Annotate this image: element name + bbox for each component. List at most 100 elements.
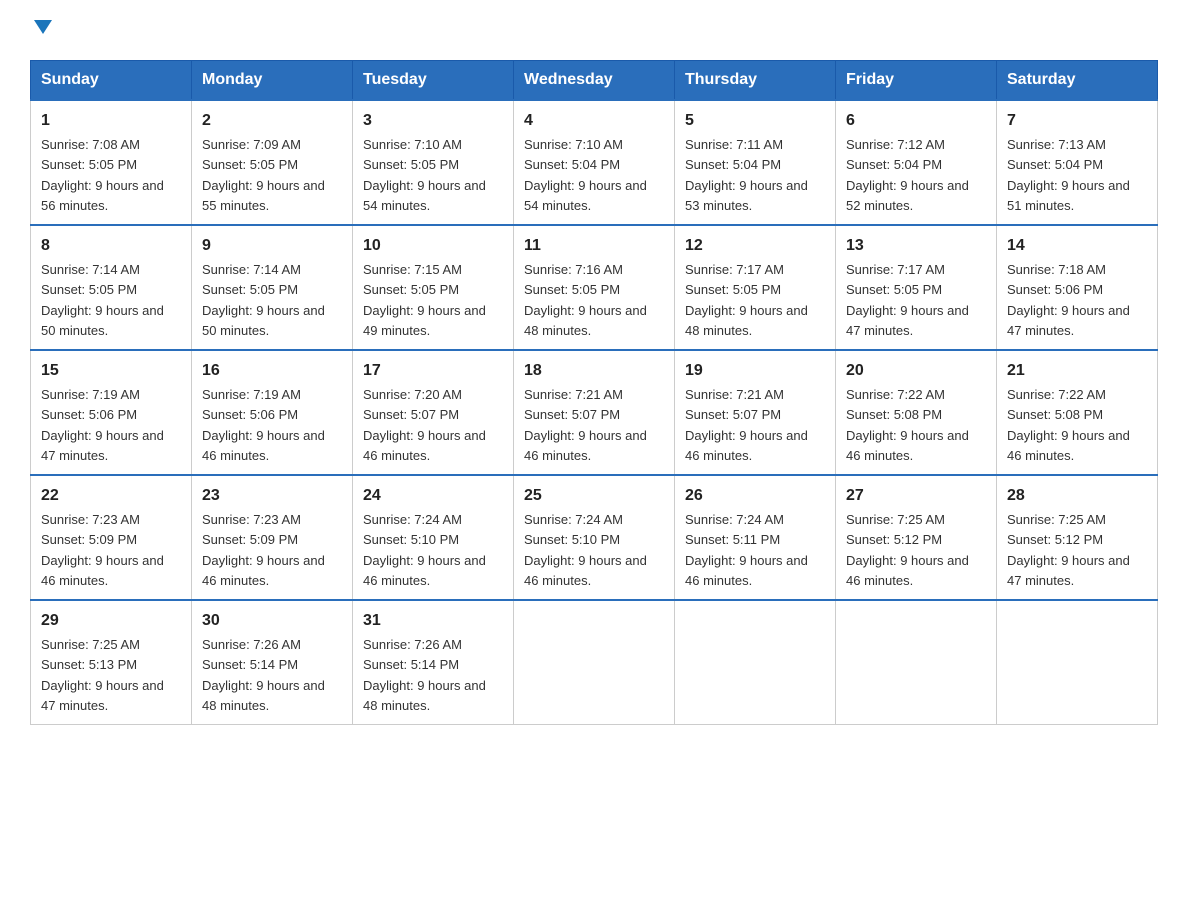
- day-number: 30: [202, 609, 342, 633]
- calendar-cell: 17 Sunrise: 7:20 AMSunset: 5:07 PMDaylig…: [353, 350, 514, 475]
- day-info: Sunrise: 7:18 AMSunset: 5:06 PMDaylight:…: [1007, 262, 1130, 338]
- calendar-cell: [836, 600, 997, 725]
- calendar-cell: 8 Sunrise: 7:14 AMSunset: 5:05 PMDayligh…: [31, 225, 192, 350]
- day-info: Sunrise: 7:25 AMSunset: 5:12 PMDaylight:…: [1007, 512, 1130, 588]
- day-number: 31: [363, 609, 503, 633]
- day-number: 18: [524, 359, 664, 383]
- calendar-header-row: SundayMondayTuesdayWednesdayThursdayFrid…: [31, 61, 1158, 101]
- day-info: Sunrise: 7:15 AMSunset: 5:05 PMDaylight:…: [363, 262, 486, 338]
- day-info: Sunrise: 7:21 AMSunset: 5:07 PMDaylight:…: [685, 387, 808, 463]
- day-info: Sunrise: 7:14 AMSunset: 5:05 PMDaylight:…: [41, 262, 164, 338]
- day-info: Sunrise: 7:23 AMSunset: 5:09 PMDaylight:…: [41, 512, 164, 588]
- calendar-cell: 15 Sunrise: 7:19 AMSunset: 5:06 PMDaylig…: [31, 350, 192, 475]
- calendar-cell: 1 Sunrise: 7:08 AMSunset: 5:05 PMDayligh…: [31, 100, 192, 225]
- day-number: 16: [202, 359, 342, 383]
- day-number: 22: [41, 484, 181, 508]
- calendar-cell: 20 Sunrise: 7:22 AMSunset: 5:08 PMDaylig…: [836, 350, 997, 475]
- calendar-cell: 2 Sunrise: 7:09 AMSunset: 5:05 PMDayligh…: [192, 100, 353, 225]
- calendar-cell: 29 Sunrise: 7:25 AMSunset: 5:13 PMDaylig…: [31, 600, 192, 725]
- logo-triangle-icon: [34, 20, 52, 34]
- calendar-cell: [675, 600, 836, 725]
- calendar-cell: 30 Sunrise: 7:26 AMSunset: 5:14 PMDaylig…: [192, 600, 353, 725]
- calendar-cell: 7 Sunrise: 7:13 AMSunset: 5:04 PMDayligh…: [997, 100, 1158, 225]
- day-number: 7: [1007, 109, 1147, 133]
- day-number: 6: [846, 109, 986, 133]
- day-number: 20: [846, 359, 986, 383]
- calendar-week-row: 22 Sunrise: 7:23 AMSunset: 5:09 PMDaylig…: [31, 475, 1158, 600]
- calendar-week-row: 29 Sunrise: 7:25 AMSunset: 5:13 PMDaylig…: [31, 600, 1158, 725]
- calendar-day-header: Friday: [836, 61, 997, 101]
- day-number: 8: [41, 234, 181, 258]
- day-number: 14: [1007, 234, 1147, 258]
- day-number: 10: [363, 234, 503, 258]
- day-number: 25: [524, 484, 664, 508]
- calendar-cell: 11 Sunrise: 7:16 AMSunset: 5:05 PMDaylig…: [514, 225, 675, 350]
- day-info: Sunrise: 7:19 AMSunset: 5:06 PMDaylight:…: [202, 387, 325, 463]
- day-number: 9: [202, 234, 342, 258]
- calendar-cell: 27 Sunrise: 7:25 AMSunset: 5:12 PMDaylig…: [836, 475, 997, 600]
- calendar-cell: 24 Sunrise: 7:24 AMSunset: 5:10 PMDaylig…: [353, 475, 514, 600]
- day-info: Sunrise: 7:22 AMSunset: 5:08 PMDaylight:…: [1007, 387, 1130, 463]
- day-number: 12: [685, 234, 825, 258]
- calendar-day-header: Monday: [192, 61, 353, 101]
- day-info: Sunrise: 7:21 AMSunset: 5:07 PMDaylight:…: [524, 387, 647, 463]
- calendar-cell: 25 Sunrise: 7:24 AMSunset: 5:10 PMDaylig…: [514, 475, 675, 600]
- day-number: 15: [41, 359, 181, 383]
- calendar-cell: 14 Sunrise: 7:18 AMSunset: 5:06 PMDaylig…: [997, 225, 1158, 350]
- day-info: Sunrise: 7:08 AMSunset: 5:05 PMDaylight:…: [41, 137, 164, 213]
- calendar-cell: 3 Sunrise: 7:10 AMSunset: 5:05 PMDayligh…: [353, 100, 514, 225]
- day-info: Sunrise: 7:12 AMSunset: 5:04 PMDaylight:…: [846, 137, 969, 213]
- calendar-cell: 9 Sunrise: 7:14 AMSunset: 5:05 PMDayligh…: [192, 225, 353, 350]
- day-number: 19: [685, 359, 825, 383]
- day-info: Sunrise: 7:10 AMSunset: 5:04 PMDaylight:…: [524, 137, 647, 213]
- logo: [30, 20, 52, 42]
- calendar-day-header: Sunday: [31, 61, 192, 101]
- day-info: Sunrise: 7:10 AMSunset: 5:05 PMDaylight:…: [363, 137, 486, 213]
- day-info: Sunrise: 7:19 AMSunset: 5:06 PMDaylight:…: [41, 387, 164, 463]
- day-number: 21: [1007, 359, 1147, 383]
- calendar-cell: 26 Sunrise: 7:24 AMSunset: 5:11 PMDaylig…: [675, 475, 836, 600]
- day-number: 23: [202, 484, 342, 508]
- calendar-day-header: Thursday: [675, 61, 836, 101]
- day-number: 17: [363, 359, 503, 383]
- day-number: 3: [363, 109, 503, 133]
- day-number: 4: [524, 109, 664, 133]
- day-info: Sunrise: 7:23 AMSunset: 5:09 PMDaylight:…: [202, 512, 325, 588]
- day-info: Sunrise: 7:17 AMSunset: 5:05 PMDaylight:…: [846, 262, 969, 338]
- day-info: Sunrise: 7:09 AMSunset: 5:05 PMDaylight:…: [202, 137, 325, 213]
- day-info: Sunrise: 7:26 AMSunset: 5:14 PMDaylight:…: [202, 637, 325, 713]
- calendar-day-header: Saturday: [997, 61, 1158, 101]
- day-info: Sunrise: 7:20 AMSunset: 5:07 PMDaylight:…: [363, 387, 486, 463]
- day-number: 26: [685, 484, 825, 508]
- calendar-day-header: Wednesday: [514, 61, 675, 101]
- day-number: 2: [202, 109, 342, 133]
- calendar-cell: 13 Sunrise: 7:17 AMSunset: 5:05 PMDaylig…: [836, 225, 997, 350]
- calendar-cell: [514, 600, 675, 725]
- day-info: Sunrise: 7:25 AMSunset: 5:13 PMDaylight:…: [41, 637, 164, 713]
- day-number: 5: [685, 109, 825, 133]
- day-number: 29: [41, 609, 181, 633]
- calendar-week-row: 15 Sunrise: 7:19 AMSunset: 5:06 PMDaylig…: [31, 350, 1158, 475]
- calendar-cell: 23 Sunrise: 7:23 AMSunset: 5:09 PMDaylig…: [192, 475, 353, 600]
- calendar-cell: 10 Sunrise: 7:15 AMSunset: 5:05 PMDaylig…: [353, 225, 514, 350]
- day-info: Sunrise: 7:17 AMSunset: 5:05 PMDaylight:…: [685, 262, 808, 338]
- calendar-week-row: 1 Sunrise: 7:08 AMSunset: 5:05 PMDayligh…: [31, 100, 1158, 225]
- day-number: 27: [846, 484, 986, 508]
- day-info: Sunrise: 7:24 AMSunset: 5:10 PMDaylight:…: [524, 512, 647, 588]
- day-number: 11: [524, 234, 664, 258]
- calendar-day-header: Tuesday: [353, 61, 514, 101]
- calendar-cell: 28 Sunrise: 7:25 AMSunset: 5:12 PMDaylig…: [997, 475, 1158, 600]
- calendar-cell: 6 Sunrise: 7:12 AMSunset: 5:04 PMDayligh…: [836, 100, 997, 225]
- day-number: 13: [846, 234, 986, 258]
- day-info: Sunrise: 7:16 AMSunset: 5:05 PMDaylight:…: [524, 262, 647, 338]
- calendar-cell: 19 Sunrise: 7:21 AMSunset: 5:07 PMDaylig…: [675, 350, 836, 475]
- day-info: Sunrise: 7:24 AMSunset: 5:11 PMDaylight:…: [685, 512, 808, 588]
- calendar-cell: 31 Sunrise: 7:26 AMSunset: 5:14 PMDaylig…: [353, 600, 514, 725]
- calendar-cell: 5 Sunrise: 7:11 AMSunset: 5:04 PMDayligh…: [675, 100, 836, 225]
- day-info: Sunrise: 7:13 AMSunset: 5:04 PMDaylight:…: [1007, 137, 1130, 213]
- day-info: Sunrise: 7:24 AMSunset: 5:10 PMDaylight:…: [363, 512, 486, 588]
- calendar-cell: 22 Sunrise: 7:23 AMSunset: 5:09 PMDaylig…: [31, 475, 192, 600]
- day-info: Sunrise: 7:11 AMSunset: 5:04 PMDaylight:…: [685, 137, 808, 213]
- day-number: 24: [363, 484, 503, 508]
- day-number: 28: [1007, 484, 1147, 508]
